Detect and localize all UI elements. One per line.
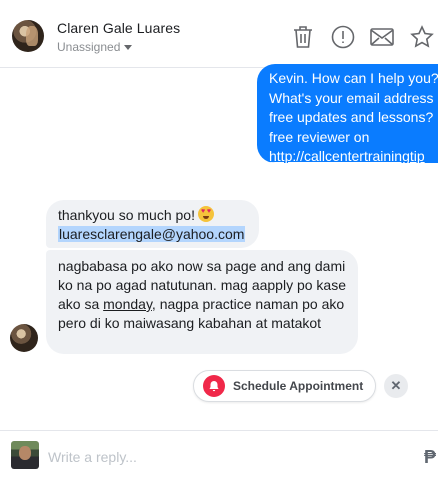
close-icon[interactable]: ✕ — [384, 374, 408, 398]
bell-icon — [203, 375, 225, 397]
message-line: free updates and lessons? — [269, 109, 434, 125]
incoming-message: nagbabasa po ako now sa page and ang dam… — [46, 250, 358, 354]
schedule-appointment-button[interactable]: Schedule Appointment — [193, 370, 376, 402]
date-link[interactable]: monday — [103, 296, 152, 312]
outgoing-message: Kevin. How can I help you? What's your e… — [257, 64, 438, 163]
reviewer-link[interactable]: http://callcentertrainingtip — [269, 147, 438, 163]
contact-avatar[interactable] — [12, 20, 44, 52]
chevron-down-icon — [124, 45, 133, 50]
trash-icon[interactable] — [290, 24, 316, 50]
reply-composer: ₱ — [0, 430, 438, 480]
user-avatar — [11, 441, 39, 469]
star-icon[interactable] — [409, 24, 435, 50]
reply-input[interactable] — [48, 449, 408, 465]
contact-name[interactable]: Claren Gale Luares — [57, 20, 180, 36]
heart-eyes-emoji-icon — [197, 206, 214, 222]
schedule-appointment-label: Schedule Appointment — [233, 379, 364, 393]
email-address[interactable]: luaresclarengale@yahoo.com — [58, 226, 246, 242]
mail-icon[interactable] — [369, 24, 395, 50]
message-line: Kevin. How can I help you? — [269, 70, 438, 86]
assignment-label: Unassigned — [57, 40, 121, 54]
message-line: What's your email address — [269, 89, 434, 106]
payment-icon[interactable]: ₱ — [424, 447, 436, 468]
message-text: thankyou so much po! — [58, 207, 195, 223]
message-line: free reviewer on — [269, 128, 370, 145]
alert-icon[interactable] — [330, 24, 356, 50]
conversation-header: Claren Gale Luares Unassigned — [0, 0, 438, 68]
incoming-message: thankyou so much po! luaresclarengale@ya… — [46, 200, 259, 248]
assignment-dropdown[interactable]: Unassigned — [57, 40, 133, 54]
contact-avatar-small — [10, 324, 38, 352]
